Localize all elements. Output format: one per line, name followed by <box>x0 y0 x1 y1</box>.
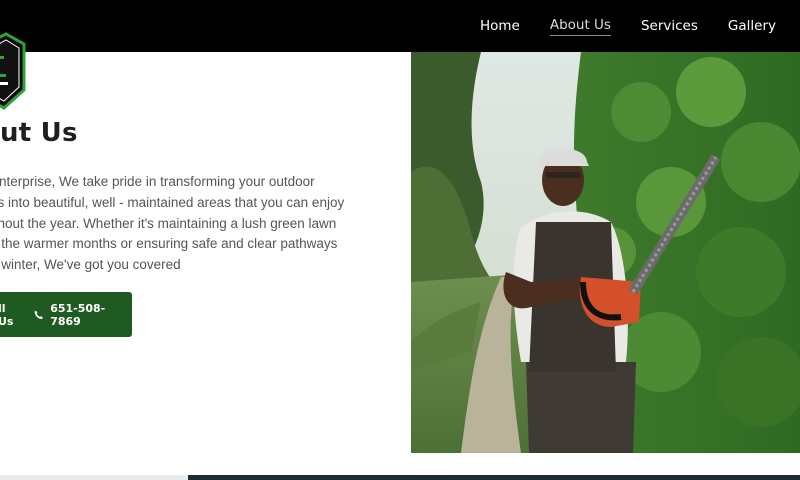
gardener-hedge-trimming-photo <box>411 52 800 453</box>
about-paragraph: Enterprise, We take pride in transformin… <box>0 172 345 276</box>
phone-icon <box>34 310 43 319</box>
paragraph-line: es into beautiful, well - maintained are… <box>0 194 345 210</box>
call-us-button[interactable]: ll Us 651-508-7869 <box>0 292 132 337</box>
nav-services-link[interactable]: Services <box>641 18 698 34</box>
nav-about-us-link[interactable]: About Us <box>549 17 611 36</box>
main-nav: Home About Us Services Gallery <box>480 0 800 52</box>
footer-strip-dark <box>188 475 800 480</box>
paragraph-line: g winter, We've got you covered <box>0 257 181 273</box>
nav-gallery-link[interactable]: Gallery <box>728 18 776 34</box>
paragraph-line: ghout the year. Whether it's maintaining… <box>0 215 337 231</box>
call-us-label: ll Us <box>0 301 14 328</box>
paragraph-line: Enterprise, We take pride in transformin… <box>0 174 315 189</box>
about-us-heading: out Us <box>0 118 78 148</box>
phone-number: 651-508-7869 <box>50 301 106 328</box>
paragraph-line: g the warmer months or ensuring safe and… <box>0 236 338 252</box>
footer-strip-light <box>0 475 188 480</box>
top-navigation-bar: Home About Us Services Gallery <box>0 0 800 52</box>
shield-logo-icon[interactable] <box>0 32 26 112</box>
nav-home-link[interactable]: Home <box>480 18 520 34</box>
